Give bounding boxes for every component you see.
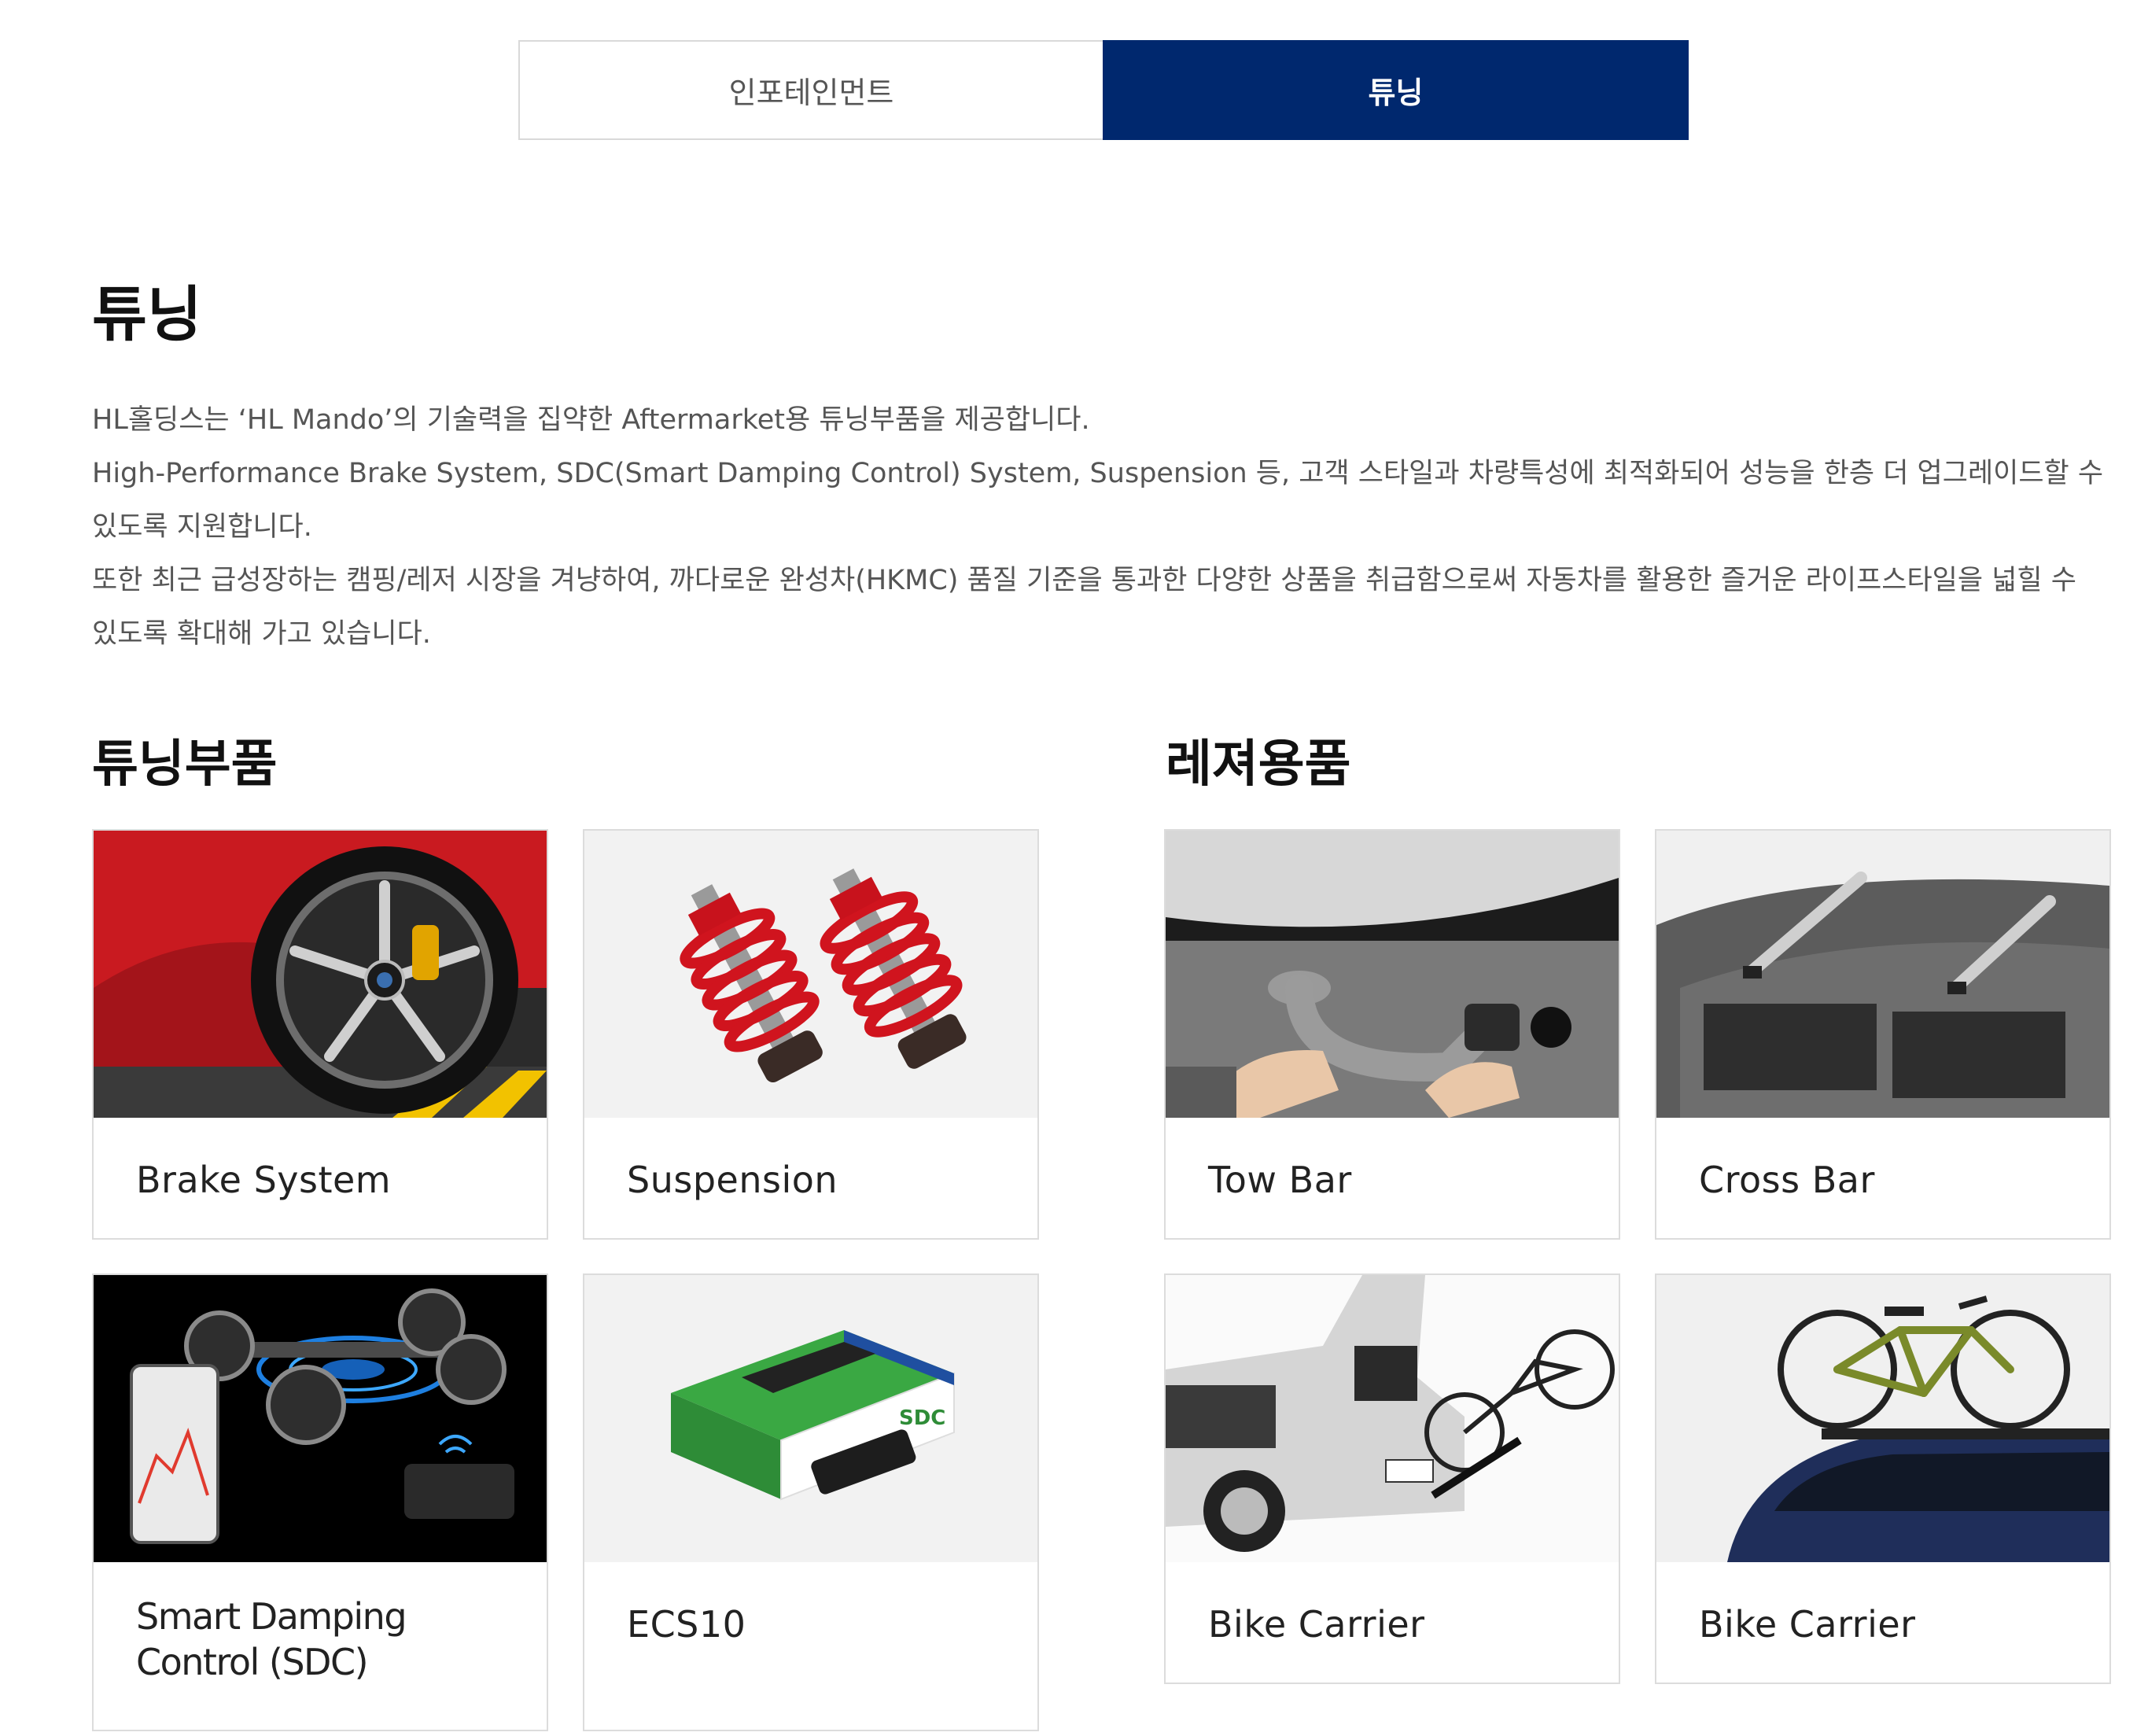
- intro-paragraph-2: High-Performance Brake System, SDC(Smart…: [92, 458, 2104, 543]
- product-card-cross-bar[interactable]: Cross Bar: [1655, 829, 2111, 1240]
- tab-infotainment[interactable]: 인포테인먼트: [518, 40, 1103, 140]
- tow-bar-photo: [1166, 831, 1619, 1118]
- product-label: ECS10: [627, 1603, 746, 1646]
- hitch-bike-carrier-photo: [1166, 1275, 1619, 1562]
- product-card-suspension[interactable]: Suspension: [583, 829, 1039, 1240]
- brake-wheel-photo: [94, 831, 547, 1118]
- roof-bike-carrier-photo: [1656, 1275, 2109, 1562]
- svg-text:SDC: SDC: [899, 1406, 945, 1430]
- product-label: Bike Carrier: [1699, 1603, 1916, 1646]
- intro-paragraph-1: HL홀딩스는 ‘HL Mando’의 기술력을 집약한 Aftermarket용…: [92, 404, 1090, 436]
- product-card-tow-bar[interactable]: Tow Bar: [1164, 829, 1620, 1240]
- product-label: Tow Bar: [1208, 1159, 1352, 1201]
- product-label: Bike Carrier: [1208, 1603, 1425, 1646]
- intro-text: HL홀딩스는 ‘HL Mando’의 기술력을 집약한 Aftermarket용…: [92, 393, 2106, 661]
- category-tabs: 인포테인먼트 튜닝: [518, 40, 1689, 140]
- product-card-bike-carrier-hitch[interactable]: Bike Carrier: [1164, 1273, 1620, 1684]
- product-card-sdc[interactable]: Smart Damping Control (SDC): [92, 1273, 548, 1731]
- coilover-photo: [584, 831, 1037, 1118]
- intro-paragraph-3: 또한 최근 급성장하는 캠핑/레저 시장을 겨냥하여, 까다로운 완성차(HKM…: [92, 565, 2076, 650]
- sdc-chassis-photo: [94, 1275, 547, 1562]
- product-label: Smart Damping Control (SDC): [136, 1595, 407, 1683]
- page-title: 튜닝: [92, 279, 202, 349]
- product-label: Suspension: [627, 1159, 838, 1201]
- product-card-brake-system[interactable]: Brake System: [92, 829, 548, 1240]
- product-card-bike-carrier-roof[interactable]: Bike Carrier: [1655, 1273, 2111, 1684]
- ecs10-box-photo: SDC: [584, 1275, 1037, 1562]
- product-card-ecs10[interactable]: SDC ECS10: [583, 1273, 1039, 1731]
- section-title-leisure: 레져용품: [1166, 735, 1351, 794]
- product-label: Brake System: [136, 1159, 392, 1201]
- product-label: Cross Bar: [1699, 1159, 1875, 1201]
- cross-bar-photo: [1656, 831, 2109, 1118]
- section-title-tuning: 튜닝부품: [92, 735, 278, 794]
- tab-tuning[interactable]: 튜닝: [1103, 40, 1689, 140]
